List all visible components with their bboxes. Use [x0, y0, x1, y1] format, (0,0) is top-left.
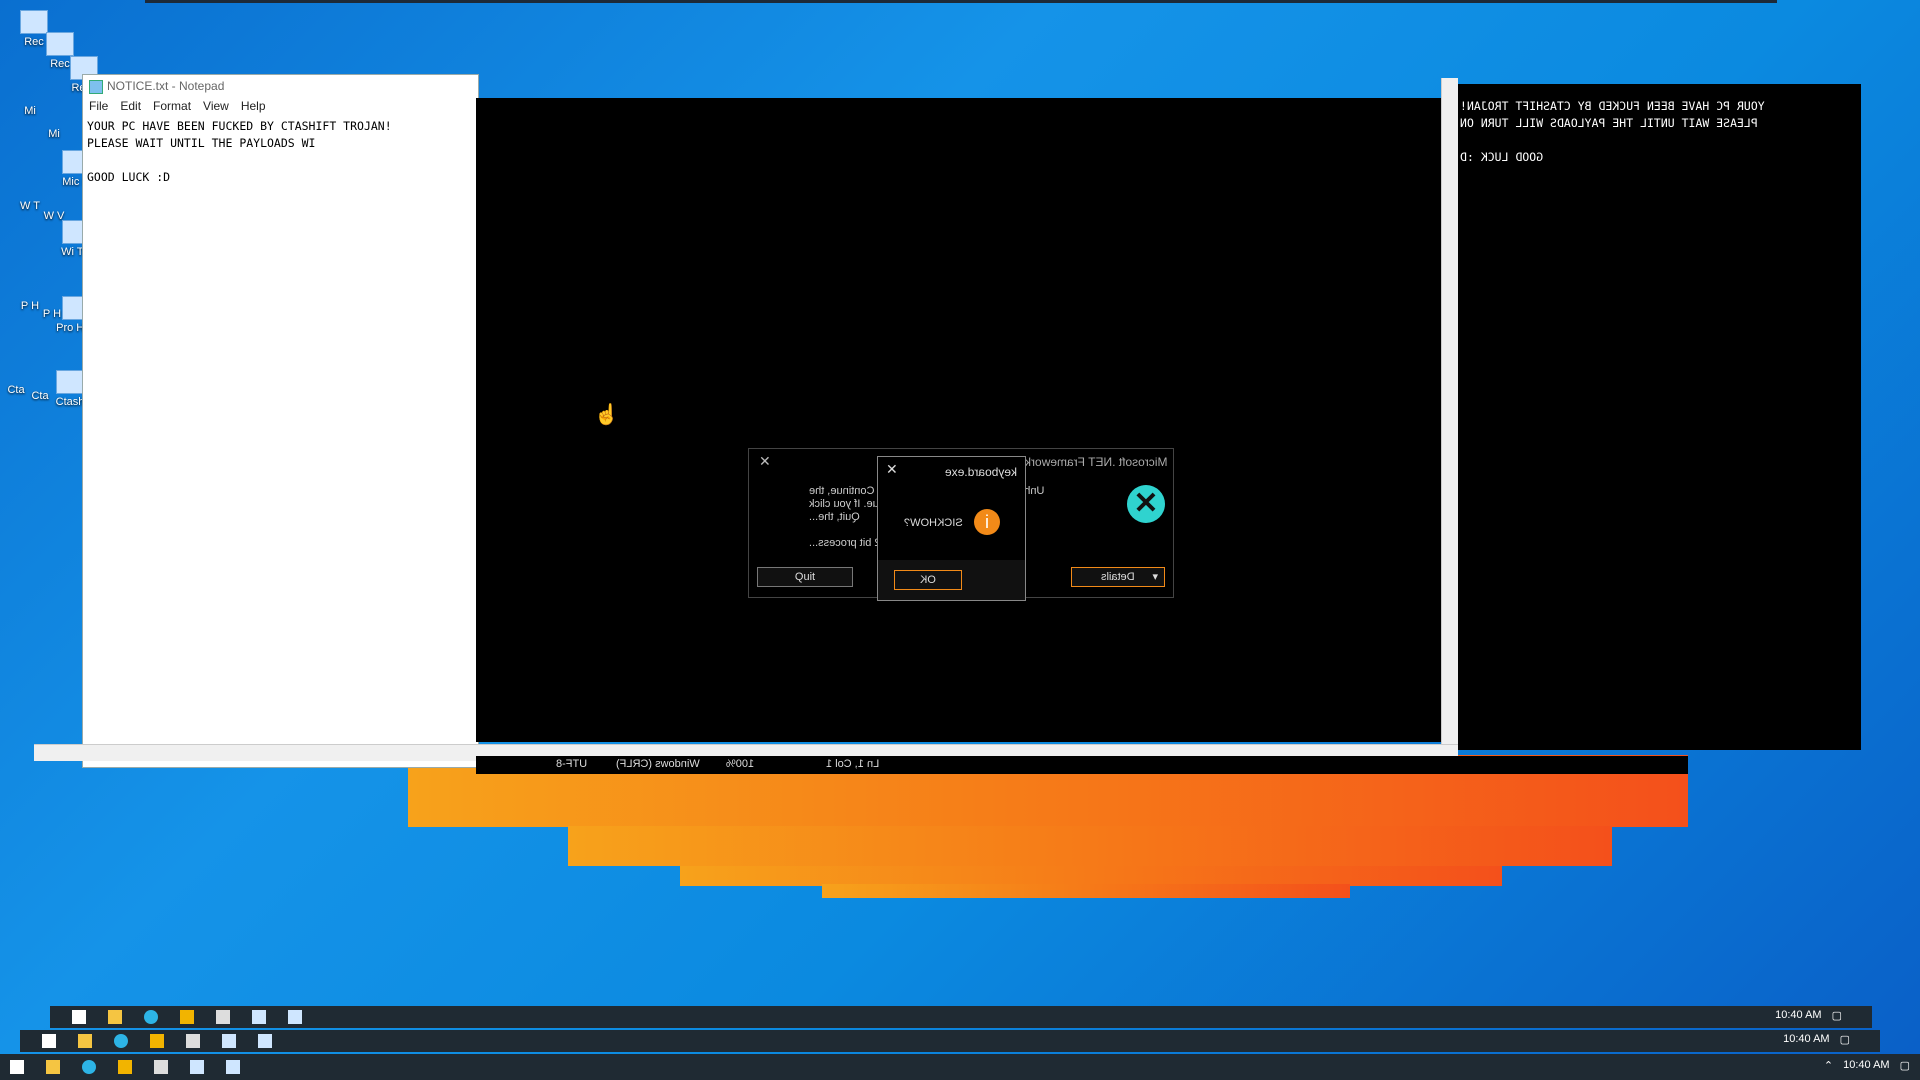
notification-icon[interactable]: ▢ [1832, 1009, 1842, 1022]
system-tray: 10:40 AM ▢ [1783, 1033, 1850, 1046]
recycle-bin-icon [46, 32, 74, 56]
taskbar: 10:40 AM ▢ [50, 1006, 1872, 1028]
app-icon [56, 370, 84, 394]
edge-icon[interactable] [114, 1034, 128, 1048]
edge-icon[interactable] [82, 1060, 96, 1074]
menu-view[interactable]: View [203, 97, 229, 115]
vertical-scrollbar[interactable] [1441, 78, 1458, 744]
hand-cursor-icon: ☝ [594, 404, 619, 426]
edge-icon[interactable] [144, 1010, 158, 1024]
quit-button[interactable]: Quit [757, 567, 853, 587]
wallpaper-fragment [568, 826, 1612, 866]
system-tray: 10:40 AM ▢ [1775, 1009, 1842, 1022]
text-line [87, 152, 474, 169]
top-sliver [145, 0, 1777, 3]
close-icon[interactable]: ✕ [759, 453, 771, 470]
clock[interactable]: 10:40 AM [1843, 1059, 1889, 1072]
notepad-taskbar-icon[interactable] [190, 1060, 204, 1074]
notepad-taskbar-icon[interactable] [222, 1034, 236, 1048]
taskbar: ⌃ 10:40 AM ▢ [0, 1054, 1920, 1080]
app-icon[interactable] [216, 1010, 230, 1024]
text-line: PLEASE WAIT UNTIL THE PAYLOADS WI [87, 136, 316, 150]
system-tray: ⌃ 10:40 AM ▢ [1824, 1059, 1910, 1072]
start-icon[interactable] [10, 1060, 24, 1074]
wallpaper-fragment [822, 884, 1350, 898]
wallpaper-fragment [680, 866, 1502, 886]
notepad-text-area[interactable]: YOUR PC HAVE BEEN FUCKED BY CTASHIFT TRO… [83, 115, 478, 189]
notepad-statusbar: UTF-8 Windows (CRLF) 100% Ln 1, Col 1 [476, 756, 1688, 774]
mirrored-console-window [1441, 84, 1861, 750]
error-icon: ✕ [1127, 485, 1165, 523]
dialog-title: keyboard.exe [944, 465, 1017, 479]
chevron-up-icon[interactable]: ⌃ [1824, 1059, 1833, 1072]
taskbar: 10:40 AM ▢ [20, 1030, 1880, 1052]
notepad-taskbar-icon[interactable] [226, 1060, 240, 1074]
notepad-titlebar[interactable]: NOTICE.txt - Notepad [83, 75, 478, 97]
chevron-down-icon: ▾ [1152, 571, 1158, 583]
status-position: Ln 1, Col 1 [826, 758, 880, 770]
app-icon[interactable] [180, 1010, 194, 1024]
dialog-message: SICKHOW? [904, 517, 963, 529]
menu-file[interactable]: File [89, 97, 108, 115]
app-icon[interactable] [118, 1060, 132, 1074]
status-eol: Windows (CRLF) [616, 758, 700, 770]
file-explorer-icon[interactable] [78, 1034, 92, 1048]
details-button[interactable]: ▾ Details [1071, 567, 1165, 587]
app-icon[interactable] [154, 1060, 168, 1074]
status-zoom: 100% [726, 758, 755, 770]
text-line: YOUR PC HAVE BEEN FUCKED BY CTASHIFT TRO… [87, 119, 392, 133]
app-icon[interactable] [150, 1034, 164, 1048]
notepad-window[interactable]: NOTICE.txt - Notepad File Edit Format Vi… [82, 74, 479, 768]
app-icon[interactable] [186, 1034, 200, 1048]
window-title: NOTICE.txt - Notepad [107, 79, 225, 93]
ok-button[interactable]: OK [894, 570, 962, 590]
file-explorer-icon[interactable] [46, 1060, 60, 1074]
clock[interactable]: 10:40 AM [1775, 1009, 1821, 1022]
close-icon[interactable]: ✕ [886, 461, 898, 478]
notepad-taskbar-icon[interactable] [258, 1034, 272, 1048]
status-encoding: UTF-8 [556, 758, 588, 770]
desktop-icon[interactable]: Mi [0, 105, 60, 117]
menu-bar: File Edit Format View Help [83, 97, 478, 115]
notepad-taskbar-icon[interactable] [252, 1010, 266, 1024]
dialog-footer: OK [878, 560, 1025, 600]
notepad-taskbar-icon[interactable] [288, 1010, 302, 1024]
menu-edit[interactable]: Edit [120, 97, 141, 115]
menu-help[interactable]: Help [241, 97, 266, 115]
notification-icon[interactable]: ▢ [1840, 1033, 1850, 1046]
notification-icon[interactable]: ▢ [1900, 1059, 1910, 1072]
info-icon: i [974, 509, 1000, 535]
recycle-bin-icon [20, 10, 48, 34]
start-icon[interactable] [42, 1034, 56, 1048]
keyboard-exe-dialog[interactable]: ✕ keyboard.exe i SICKHOW? OK [877, 456, 1026, 601]
desktop-icon[interactable]: Mi [24, 128, 84, 140]
dialog-title: Microsoft .NET Framework [1024, 455, 1167, 469]
start-icon[interactable] [72, 1010, 86, 1024]
clock[interactable]: 10:40 AM [1783, 1033, 1829, 1046]
menu-format[interactable]: Format [153, 97, 191, 115]
file-explorer-icon[interactable] [108, 1010, 122, 1024]
mirrored-notice-text: YOUR PC HAVE BEEN FUCKED BY CTASHIFT TRO… [1460, 99, 1765, 164]
text-line: GOOD LUCK :D [87, 170, 171, 184]
black-overlay-window [476, 98, 1441, 742]
notepad-icon [89, 80, 103, 94]
